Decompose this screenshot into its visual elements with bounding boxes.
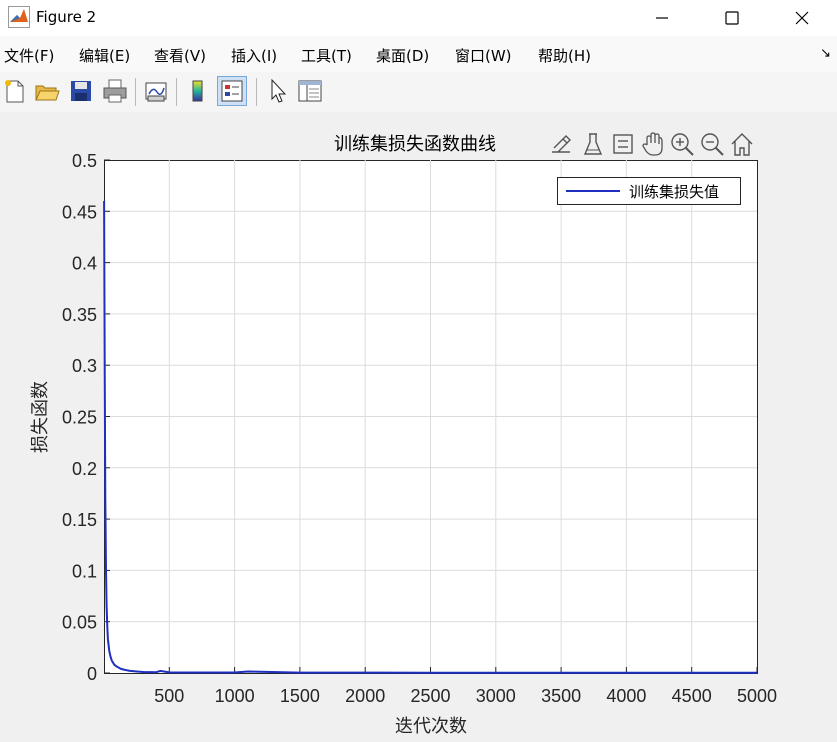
data-point [155,671,157,673]
legend-series-label: 训练集损失值 [629,183,720,201]
y-tick-label: 0.4 [72,254,97,274]
data-point [104,364,106,366]
data-point [114,664,116,666]
x-tick-label: 4500 [672,686,712,706]
y-tick-label: 0.15 [62,510,97,530]
data-point [430,672,432,674]
data-point [495,672,497,674]
x-tick-label: 2000 [345,686,385,706]
y-tick-label: 0 [87,664,97,684]
data-point [234,672,236,674]
data-point [120,668,122,670]
data-point [116,666,118,668]
y-tick-label: 0.25 [62,408,97,428]
x-tick-label: 500 [154,686,184,706]
y-tick-label: 0.2 [72,459,97,479]
x-tick-label: 3500 [541,686,581,706]
data-point [136,671,138,673]
data-point [169,672,171,674]
data-point [560,672,562,674]
data-point [106,606,108,608]
line-chart: 500 1000 1500 2000 2500 3000 3500 4000 4500 5000 … [30,151,777,737]
legend-series-swatch [566,190,620,192]
x-tick-label: 3000 [476,686,516,706]
x-tick-label: 5000 [737,686,777,706]
data-point [195,672,197,674]
y-axis-label: 损失函数 [30,381,51,453]
data-point [299,672,301,674]
data-point [756,672,758,674]
x-tick-label: 2500 [410,686,450,706]
data-point [107,638,109,640]
data-point [110,656,112,658]
data-point [105,498,107,500]
y-tick-label: 0.35 [62,305,97,325]
y-tick-label: 0.5 [72,151,97,171]
y-tick-label: 0.3 [72,356,97,376]
data-point [106,626,108,628]
data-point [364,672,366,674]
x-tick-label: 1000 [215,686,255,706]
data-point [159,670,161,672]
y-axis-ticks: 0 0.05 0.1 0.15 0.2 0.25 0.3 0.35 0.4 0.45 0.5 [62,151,110,684]
data-point [108,650,110,652]
y-tick-label: 0.05 [62,613,97,633]
data-point [103,200,105,202]
y-tick-label: 0.45 [62,202,97,222]
x-axis-label: 迭代次数 [395,716,467,737]
data-point [111,660,113,662]
data-point [129,670,131,672]
y-tick-label: 0.1 [72,561,97,581]
data-point [105,570,107,572]
data-point [691,672,693,674]
x-tick-label: 1500 [280,686,320,706]
data-point [124,669,126,671]
data-point [247,671,249,673]
legend[interactable]: 训练集损失值 [557,177,741,205]
data-point [142,671,144,673]
data-point [626,672,628,674]
grid-lines [104,160,757,673]
x-tick-label: 4000 [606,686,646,706]
